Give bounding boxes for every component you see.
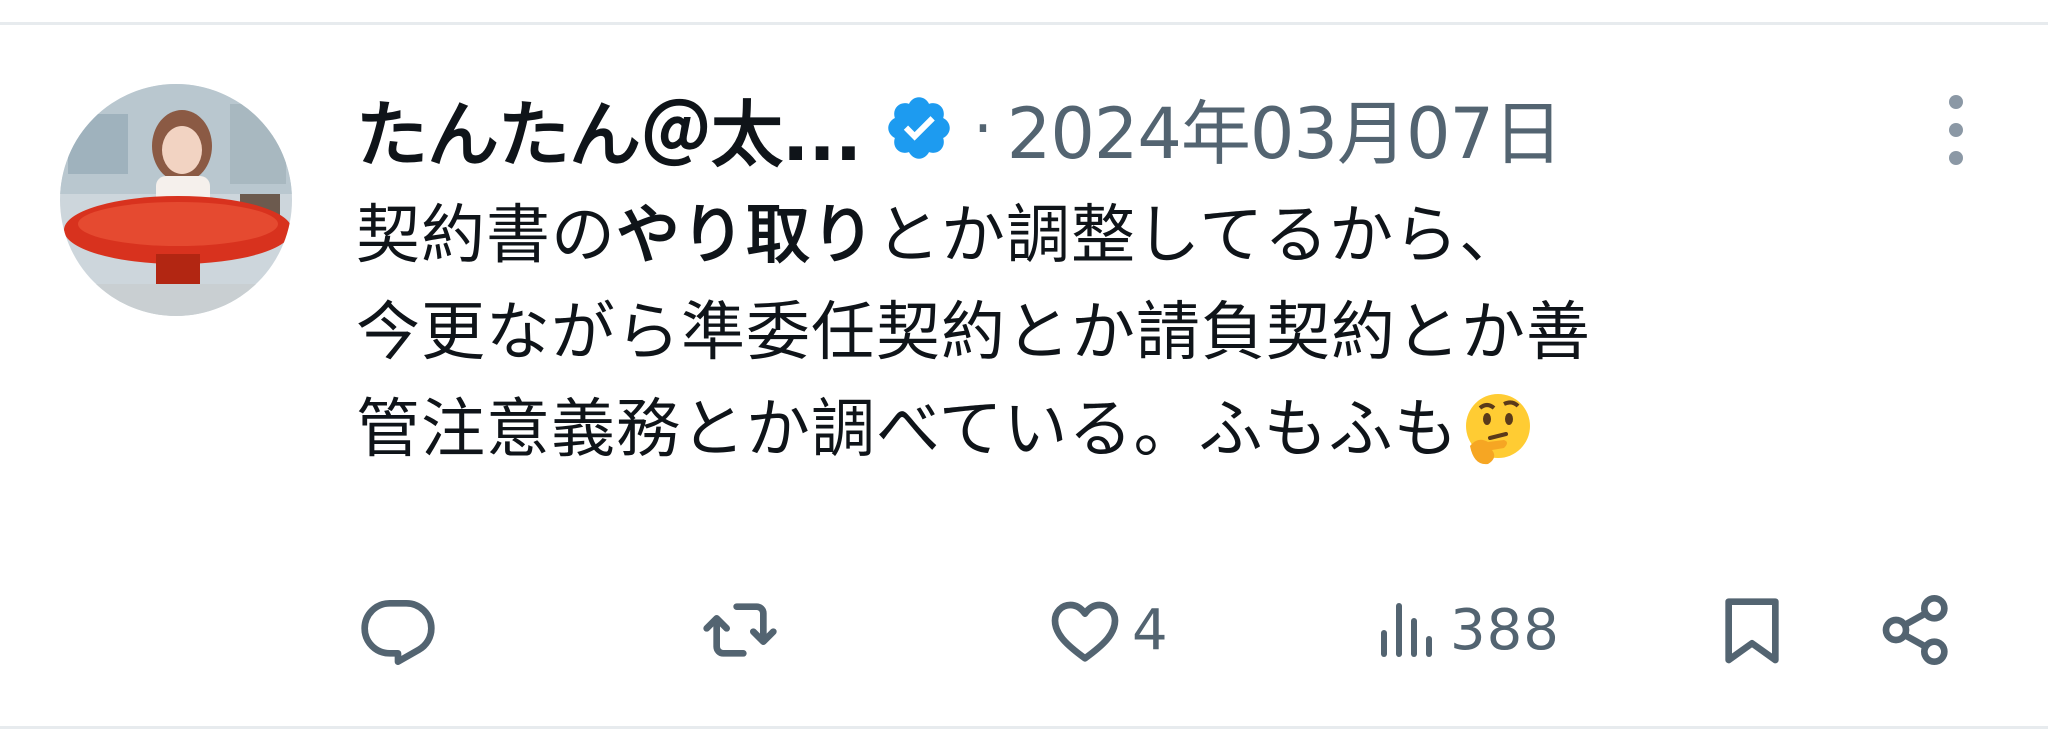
- reply-icon: [361, 600, 435, 665]
- avatar[interactable]: [60, 84, 292, 316]
- bookmark-icon: [1725, 598, 1779, 664]
- bookmark-button[interactable]: [1712, 580, 1792, 680]
- like-count: 4: [1132, 597, 1169, 663]
- views-button[interactable]: 388: [1372, 580, 1560, 680]
- tweet-text-segment: 契約書の: [356, 199, 616, 273]
- like-icon: [1051, 601, 1119, 662]
- tweet-date[interactable]: 2024年03月07日: [1007, 78, 1563, 179]
- tweet-text-segment: 管注意義務とか調べている。ふもふも: [356, 393, 1459, 467]
- divider-top: [0, 22, 2048, 25]
- tweet-text-bold-segment: やり取り: [616, 199, 876, 273]
- views-icon: [1381, 603, 1432, 657]
- tweet-header: たんたん＠太... · 2024年03月07日: [356, 82, 1563, 177]
- tweet-text: 契約書のやり取りとか調整してるから、 今更ながら準委任契約とか請負契約とか善 管…: [356, 188, 2016, 479]
- tweet-text-line-1: 契約書のやり取りとか調整してるから、: [356, 188, 2016, 285]
- tweet-text-segment: とか調整してるから、: [876, 199, 1525, 273]
- tweet-card[interactable]: たんたん＠太... · 2024年03月07日 契約書のやり取りとか調整してるか…: [0, 0, 2048, 751]
- verified-badge-icon: [883, 92, 955, 164]
- author-name[interactable]: たんたん＠太...: [356, 76, 862, 181]
- share-icon: [1882, 595, 1948, 665]
- action-bar: 4 388: [0, 580, 2048, 680]
- like-button[interactable]: 4: [1044, 580, 1169, 680]
- tweet-text-line-3: 管注意義務とか調べている。ふもふも: [356, 382, 2016, 479]
- tweet-text-line-2: 今更ながら準委任契約とか請負契約とか善: [356, 296, 1591, 370]
- retweet-button[interactable]: [694, 580, 786, 680]
- more-icon[interactable]: [1936, 88, 1976, 172]
- share-button[interactable]: [1876, 580, 1956, 680]
- view-count: 388: [1450, 597, 1560, 663]
- avatar-image: [60, 84, 292, 316]
- reply-button[interactable]: [358, 580, 438, 680]
- thinking-face-emoji-icon: [1458, 388, 1538, 468]
- header-separator: ·: [973, 91, 993, 165]
- retweet-icon: [703, 603, 777, 657]
- divider-bottom: [0, 726, 2048, 729]
